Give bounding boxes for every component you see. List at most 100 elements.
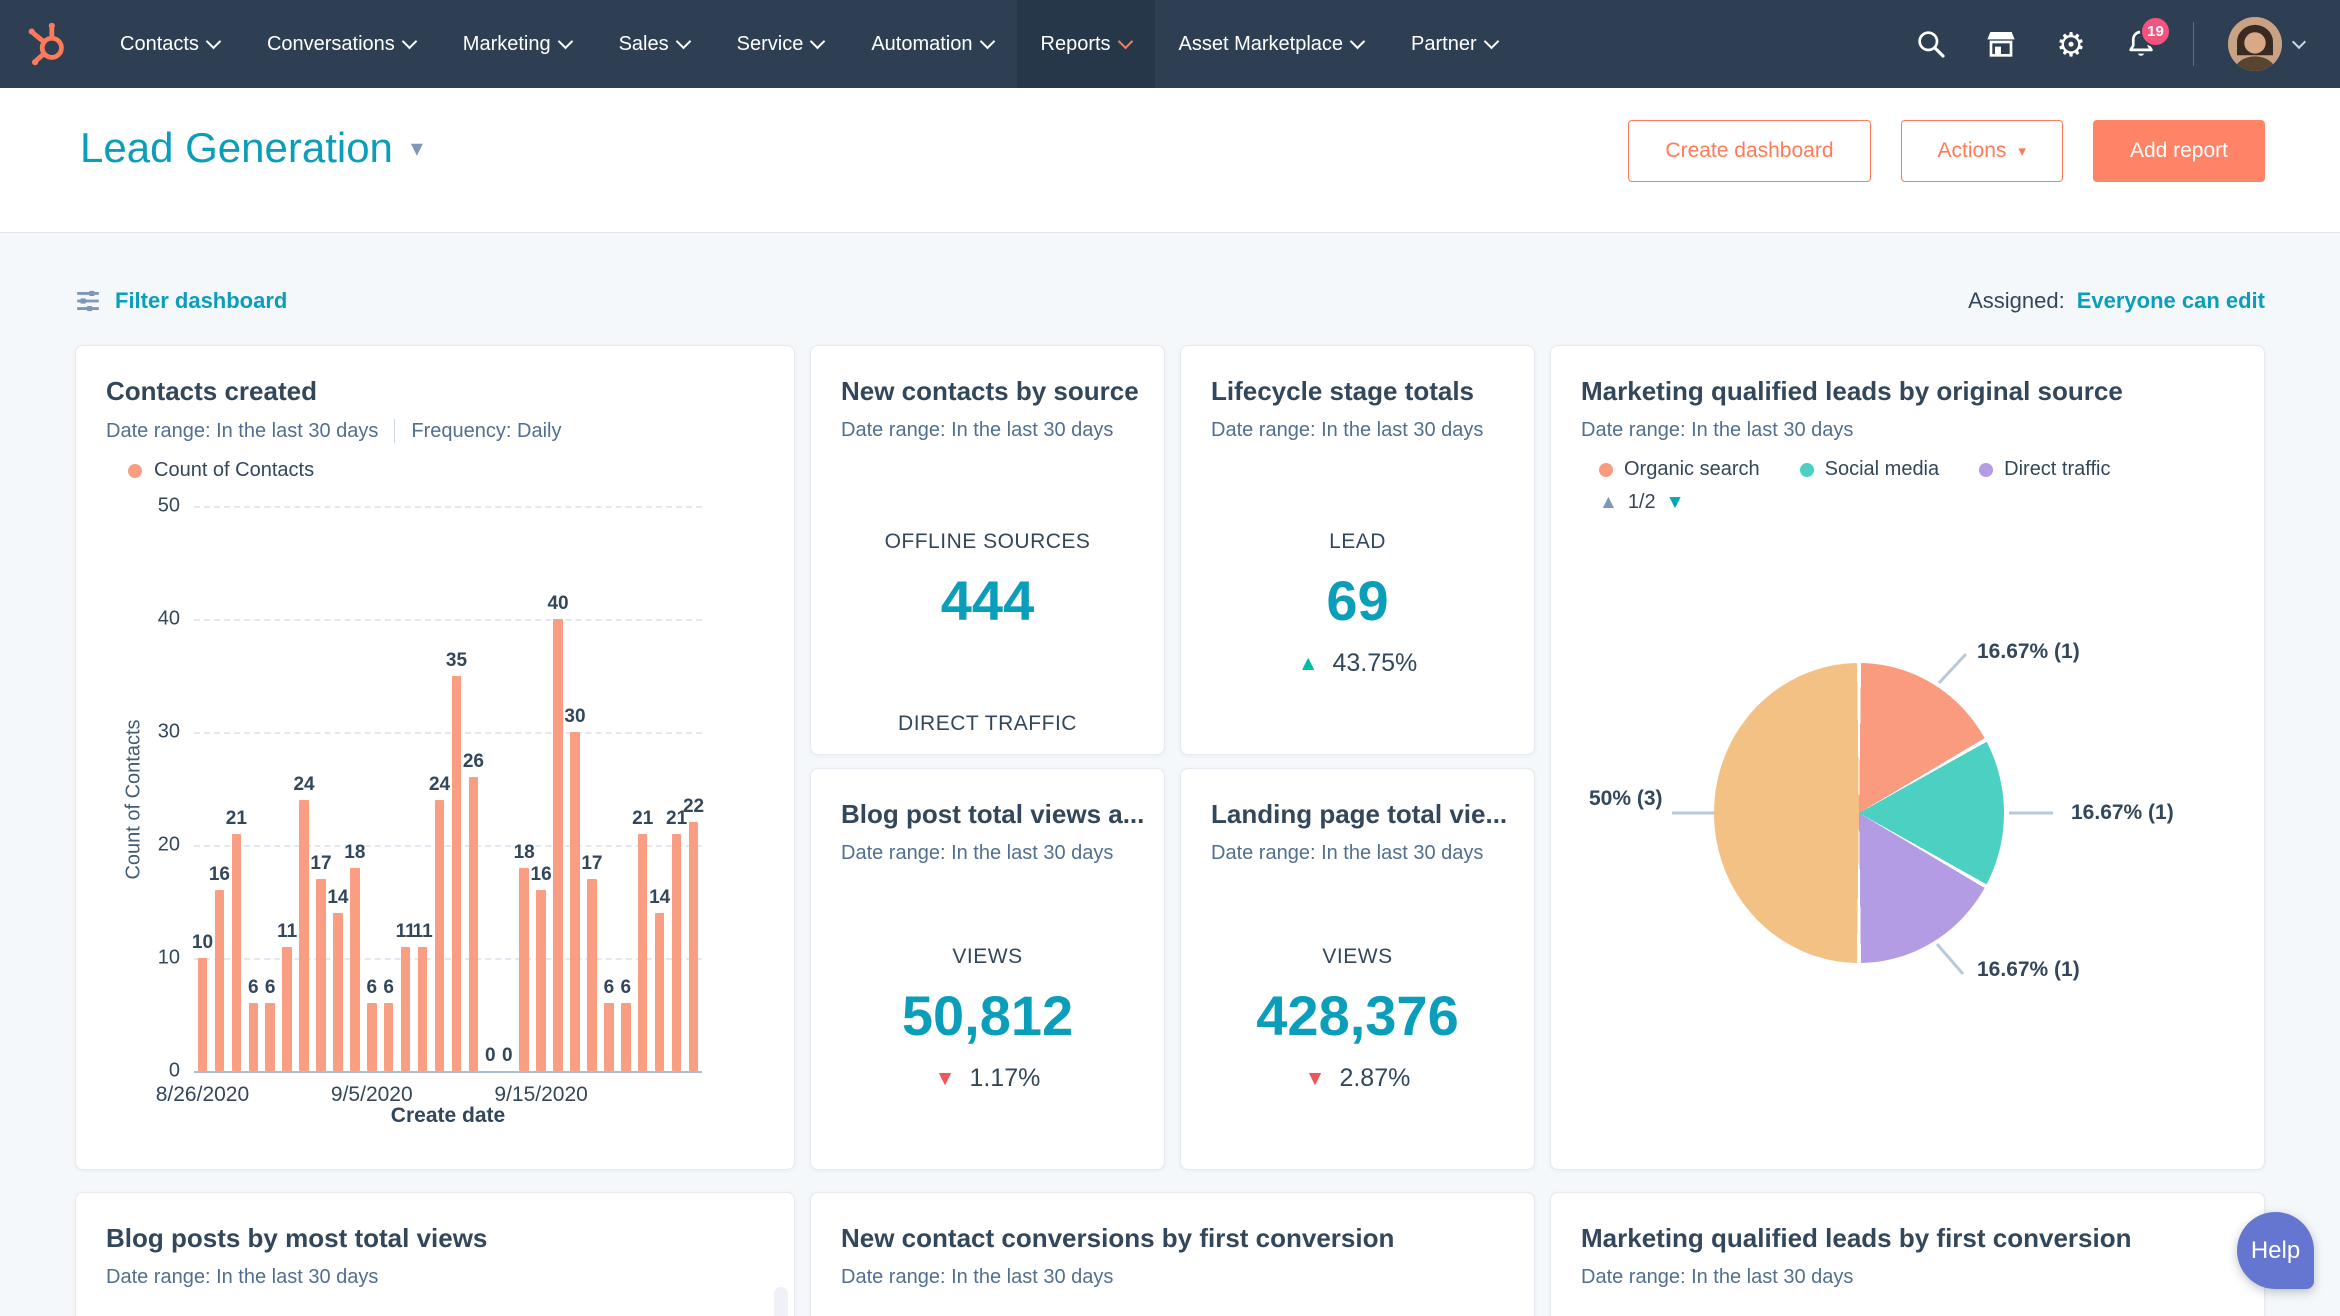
filter-dashboard-link[interactable]: Filter dashboard: [75, 288, 287, 314]
bar-value-label: 21: [225, 807, 247, 829]
bar-value-label: 30: [564, 706, 586, 727]
chevron-down-icon: [1117, 33, 1133, 50]
nav-item-automation[interactable]: Automation: [847, 0, 1016, 88]
legend-entry-organic-search[interactable]: Organic search: [1599, 458, 1760, 481]
card-contacts-created: Contacts created Date range: In the last…: [75, 345, 795, 1170]
bar: [197, 958, 208, 1071]
card-blog-post-total-views: Blog post total views a... Date range: I…: [810, 768, 1165, 1170]
card-subtitle: Date range: In the last 30 days: [1551, 1254, 2264, 1289]
card-title: Marketing qualified leads by first conve…: [1581, 1223, 2132, 1253]
legend-label: Direct traffic: [2004, 458, 2111, 480]
nav-item-conversations[interactable]: Conversations: [243, 0, 439, 88]
actions-button[interactable]: Actions ▾: [1900, 120, 2063, 182]
pie-chart: [1714, 663, 2004, 963]
date-range: Date range: In the last 30 days: [841, 842, 1114, 864]
legend-entry-social-media[interactable]: Social media: [1799, 458, 1940, 481]
marketplace-icon[interactable]: [1983, 26, 2019, 62]
nav-menu: Contacts Conversations Marketing Sales Servi…: [96, 0, 1521, 88]
nav-item-service[interactable]: Service: [713, 0, 848, 88]
metric-label: VIEWS: [1322, 945, 1393, 968]
bar-value-label: 6: [383, 977, 395, 999]
metric-label: LEAD: [1329, 530, 1386, 553]
metric-value: 444: [940, 569, 1035, 632]
legend-page-indicator: 1/2: [1627, 491, 1656, 513]
y-axis-tick: 50: [157, 494, 180, 517]
legend-label: Social media: [1824, 458, 1940, 480]
bar: [587, 878, 597, 1071]
card-subtitle: Date range: In the last 30 days: [76, 1254, 794, 1289]
bar: [570, 732, 580, 1071]
bar-chart-plot: 0 10 20 30 40 50 10 16 21 6 6 11 24 17 14 18 6 6 11 11 24 35 2…: [156, 495, 704, 1107]
bar-value-label: 24: [293, 773, 315, 795]
card-scrollbar[interactable]: [774, 1287, 788, 1316]
y-axis-tick: 20: [157, 833, 180, 856]
bar: [265, 1003, 275, 1071]
nav-item-label: Partner: [1411, 32, 1477, 55]
delta-up-icon: ▲: [1297, 652, 1319, 675]
search-icon[interactable]: [1913, 26, 1949, 62]
metric-value: 428,376: [1256, 984, 1459, 1047]
legend-dot: [1979, 462, 1994, 477]
bar-value-label: 26: [462, 751, 484, 773]
dashboard-header: Lead Generation ▾ Create dashboard Actio…: [0, 88, 2340, 233]
gridline: [194, 845, 702, 847]
page-title: Lead Generation: [80, 124, 393, 171]
nav-item-contacts[interactable]: Contacts: [96, 0, 243, 88]
hubspot-logo[interactable]: [0, 21, 96, 67]
notifications-bell-icon[interactable]: 19: [2123, 16, 2171, 62]
date-range: Date range: In the last 30 days: [841, 419, 1114, 441]
nav-item-marketing[interactable]: Marketing: [439, 0, 595, 88]
top-navigation: Contacts Conversations Marketing Sales Servi…: [0, 0, 2340, 88]
account-menu[interactable]: [2228, 17, 2307, 71]
legend-page-up-icon[interactable]: ▲: [1599, 492, 1618, 514]
bar-value-label: 6: [264, 977, 276, 999]
x-axis-title: Create date: [390, 1104, 506, 1127]
nav-item-partner[interactable]: Partner: [1387, 0, 1521, 88]
metric-label: OFFLINE SOURCES: [884, 530, 1091, 553]
bar: [248, 1003, 259, 1071]
chevron-down-icon: [810, 33, 826, 50]
chevron-down-icon: [979, 33, 995, 50]
nav-item-label: Asset Marketplace: [1178, 32, 1344, 55]
y-axis-tick: 40: [157, 607, 180, 630]
legend-page-down-icon[interactable]: ▼: [1666, 492, 1685, 514]
bar-value-label: 6: [366, 977, 378, 999]
bar: [468, 777, 479, 1071]
search-glyph: [1918, 31, 1945, 58]
delta-down-icon: ▼: [1304, 1067, 1326, 1090]
dashboard-title-dropdown[interactable]: Lead Generation ▾: [80, 124, 423, 172]
avatar-photo: [2228, 17, 2282, 71]
card-title: Landing page total vie...: [1211, 799, 1508, 829]
assigned-value-link[interactable]: Everyone can edit: [2077, 288, 2265, 314]
card-subtitle: Date range: In the last 30 days: [811, 830, 1164, 865]
metric-block: LEAD 69 ▲ 43.75%: [1181, 530, 1534, 678]
sliders-icon: [77, 290, 99, 312]
create-dashboard-button[interactable]: Create dashboard: [1628, 120, 1871, 182]
add-report-button[interactable]: Add report: [2092, 120, 2265, 182]
delta-value: 2.87%: [1339, 1064, 1411, 1092]
bar: [604, 1003, 614, 1071]
legend-entry-direct-traffic[interactable]: Direct traffic: [1979, 458, 2110, 481]
date-range: Date range: In the last 30 days: [1581, 1266, 1854, 1288]
card-subtitle: Date range: In the last 30 days: [1181, 830, 1534, 865]
card-new-contact-conversions: New contact conversions by first convers…: [810, 1192, 1535, 1316]
frequency: Frequency: Daily: [411, 419, 562, 442]
bar-value-label: 17: [581, 852, 603, 874]
gridline: [194, 619, 702, 621]
bar: [282, 946, 292, 1071]
card-title: Contacts created: [106, 376, 317, 406]
nav-item-label: Automation: [871, 32, 973, 55]
nav-item-reports[interactable]: Reports: [1016, 0, 1155, 88]
card-subtitle: Date range: In the last 30 days: [1181, 407, 1534, 442]
help-button[interactable]: Help: [2237, 1212, 2314, 1289]
bar-value-label: 6: [620, 977, 632, 999]
settings-gear-icon[interactable]: ⚙: [2053, 26, 2089, 62]
nav-item-sales[interactable]: Sales: [595, 0, 713, 88]
date-range: Date range: In the last 30 days: [1581, 419, 1854, 441]
chevron-down-icon: [557, 33, 573, 50]
nav-item-asset-marketplace[interactable]: Asset Marketplace: [1155, 0, 1388, 88]
bar: [333, 912, 343, 1071]
chevron-down-icon: [205, 33, 222, 50]
notification-count-badge: 19: [2140, 16, 2171, 47]
bar: [316, 878, 326, 1071]
